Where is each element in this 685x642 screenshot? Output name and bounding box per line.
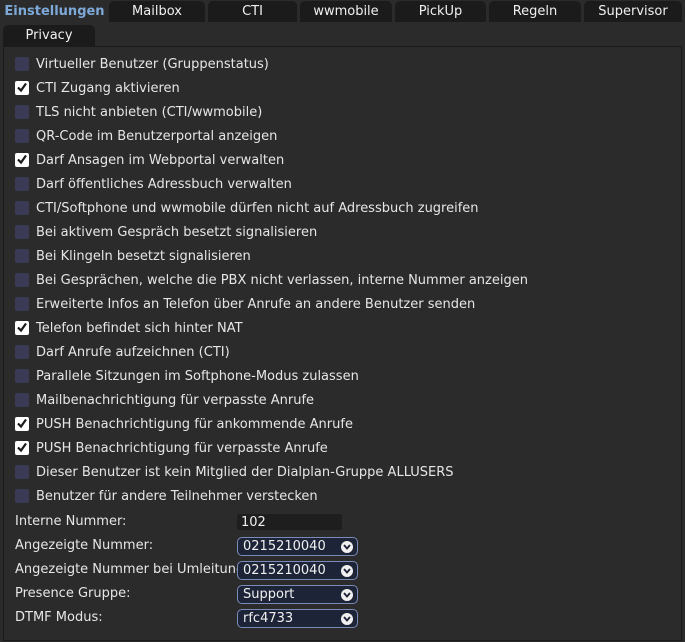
check-icon <box>16 81 28 96</box>
checkbox[interactable] <box>15 369 29 383</box>
checkbox-label: Erweiterte Infos an Telefon über Anrufe … <box>36 296 476 312</box>
chevron-down-icon <box>341 540 353 553</box>
angezeigte-nummer-umleitung-select[interactable]: 0215210040 <box>237 561 358 580</box>
checkbox-label: TLS nicht anbieten (CTI/wwmobile) <box>36 104 263 120</box>
tab-einstellungen[interactable]: Einstellungen <box>3 1 106 24</box>
tab-wwmobile[interactable]: wwmobile <box>300 1 392 22</box>
angezeigte-nummer-value: 0215210040 <box>243 539 326 554</box>
checkbox-row[interactable]: Parallele Sitzungen im Softphone-Modus z… <box>15 367 359 385</box>
presence-gruppe-label: Presence Gruppe: <box>15 586 131 601</box>
checkbox[interactable] <box>15 417 29 431</box>
tab-supervisor[interactable]: Supervisor <box>584 1 682 22</box>
angezeigte-nummer-select[interactable]: 0215210040 <box>237 537 358 556</box>
checkbox-label: Telefon befindet sich hinter NAT <box>36 320 243 336</box>
checkbox-label: QR-Code im Benutzerportal anzeigen <box>36 128 278 144</box>
checkbox[interactable] <box>15 249 29 263</box>
checkbox[interactable] <box>15 321 29 335</box>
checkbox-row[interactable]: Virtueller Benutzer (Gruppenstatus) <box>15 55 269 73</box>
angezeigte-nummer-label: Angezeigte Nummer: <box>15 538 154 553</box>
checkbox-label: Virtueller Benutzer (Gruppenstatus) <box>36 56 269 72</box>
tab-mailbox[interactable]: Mailbox <box>109 1 205 22</box>
checkbox-label: Bei Klingeln besetzt signalisieren <box>36 248 251 264</box>
checkbox-row[interactable]: Bei Klingeln besetzt signalisieren <box>15 247 251 265</box>
checkbox-row[interactable]: Erweiterte Infos an Telefon über Anrufe … <box>15 295 475 313</box>
presence-gruppe-value: Support <box>243 587 295 602</box>
chevron-down-icon <box>341 612 353 625</box>
dtmf-modus-select[interactable]: rfc4733 <box>237 609 358 628</box>
checkbox[interactable] <box>15 273 29 287</box>
checkbox[interactable] <box>15 465 29 479</box>
presence-gruppe-select[interactable]: Support <box>237 585 358 604</box>
checkbox-label: CTI/Softphone und wwmobile dürfen nicht … <box>36 200 479 216</box>
checkbox-label: Bei Gesprächen, welche die PBX nicht ver… <box>36 272 528 288</box>
dtmf-modus-value: rfc4733 <box>243 611 294 626</box>
checkbox-row[interactable]: Bei aktivem Gespräch besetzt signalisier… <box>15 223 317 241</box>
checkbox-row[interactable]: Darf Ansagen im Webportal verwalten <box>15 151 284 169</box>
checkbox-row[interactable]: Dieser Benutzer ist kein Mitglied der Di… <box>15 463 454 481</box>
checkbox-label: Darf Anrufe aufzeichnen (CTI) <box>36 344 230 360</box>
checkbox[interactable] <box>15 81 29 95</box>
tab-cti[interactable]: CTI <box>208 1 297 22</box>
checkbox[interactable] <box>15 105 29 119</box>
checkbox-label: Parallele Sitzungen im Softphone-Modus z… <box>36 368 359 384</box>
checkbox-label: CTI Zugang aktivieren <box>36 80 180 96</box>
checkbox-row[interactable]: PUSH Benachrichtigung für ankommende Anr… <box>15 415 353 433</box>
checkbox[interactable] <box>15 57 29 71</box>
tab-privacy[interactable]: Privacy <box>3 25 95 46</box>
checkbox-label: PUSH Benachrichtigung für verpasste Anru… <box>36 440 328 456</box>
angezeigte-nummer-umleitung-value: 0215210040 <box>243 563 326 578</box>
checkbox-row[interactable]: Bei Gesprächen, welche die PBX nicht ver… <box>15 271 528 289</box>
checkbox[interactable] <box>15 393 29 407</box>
interne-nummer-label: Interne Nummer: <box>15 514 127 529</box>
checkbox[interactable] <box>15 177 29 191</box>
tab-pickup[interactable]: PickUp <box>395 1 486 22</box>
check-icon <box>16 441 28 456</box>
check-icon <box>16 321 28 336</box>
checkbox-label: Bei aktivem Gespräch besetzt signalisier… <box>36 224 318 240</box>
checkbox[interactable] <box>15 345 29 359</box>
checkbox-label: Mailbenachrichtigung für verpasste Anruf… <box>36 392 315 408</box>
chevron-down-icon <box>341 588 353 601</box>
checkbox[interactable] <box>15 201 29 215</box>
checkbox[interactable] <box>15 129 29 143</box>
checkbox-row[interactable]: Darf Anrufe aufzeichnen (CTI) <box>15 343 230 361</box>
checkbox-row[interactable]: QR-Code im Benutzerportal anzeigen <box>15 127 277 145</box>
chevron-down-icon <box>341 564 353 577</box>
checkbox[interactable] <box>15 225 29 239</box>
check-icon <box>16 153 28 168</box>
checkbox-row[interactable]: CTI/Softphone und wwmobile dürfen nicht … <box>15 199 479 217</box>
tab-regeln[interactable]: Regeln <box>489 1 581 22</box>
checkbox[interactable] <box>15 489 29 503</box>
checkbox-row[interactable]: CTI Zugang aktivieren <box>15 79 180 97</box>
checkbox-row[interactable]: TLS nicht anbieten (CTI/wwmobile) <box>15 103 262 121</box>
checkbox-label: Benutzer für andere Teilnehmer verstecke… <box>36 488 318 504</box>
checkbox-label: Dieser Benutzer ist kein Mitglied der Di… <box>36 464 454 480</box>
checkbox[interactable] <box>15 153 29 167</box>
check-icon <box>16 417 28 432</box>
checkbox-row[interactable]: Mailbenachrichtigung für verpasste Anruf… <box>15 391 314 409</box>
checkbox[interactable] <box>15 297 29 311</box>
checkbox-label: Darf Ansagen im Webportal verwalten <box>36 152 285 168</box>
checkbox-label: Darf öffentliches Adressbuch verwalten <box>36 176 292 192</box>
checkbox[interactable] <box>15 441 29 455</box>
checkbox-row[interactable]: PUSH Benachrichtigung für verpasste Anru… <box>15 439 328 457</box>
checkbox-row[interactable]: Benutzer für andere Teilnehmer verstecke… <box>15 487 318 505</box>
checkbox-row[interactable]: Telefon befindet sich hinter NAT <box>15 319 243 337</box>
angezeigte-nummer-umleitung-label: Angezeigte Nummer bei Umleitung: <box>15 562 249 577</box>
dtmf-modus-label: DTMF Modus: <box>15 610 103 625</box>
interne-nummer-input[interactable] <box>237 514 342 530</box>
checkbox-label: PUSH Benachrichtigung für ankommende Anr… <box>36 416 353 432</box>
checkbox-row[interactable]: Darf öffentliches Adressbuch verwalten <box>15 175 292 193</box>
